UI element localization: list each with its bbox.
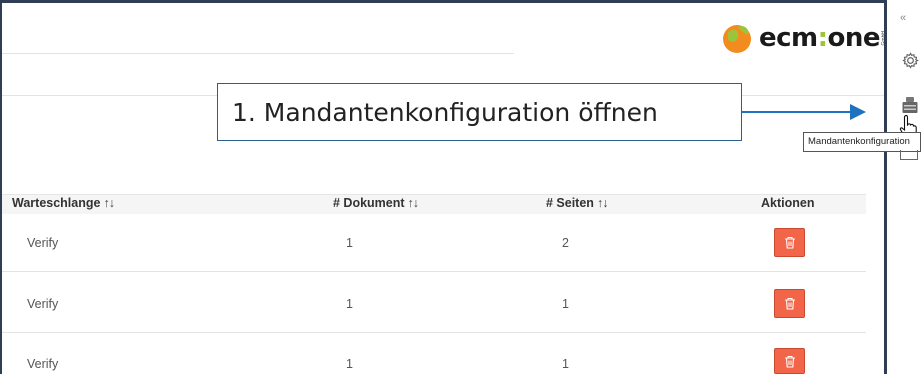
- delete-button[interactable]: [774, 348, 805, 374]
- sort-icon[interactable]: ↑↓: [103, 196, 114, 210]
- column-header-documents-label: # Dokument: [333, 196, 405, 210]
- callout-arrow-line: [742, 111, 850, 113]
- cell-pages: 1: [562, 357, 569, 371]
- callout-arrow-head: [850, 104, 866, 120]
- logo-wordmark: ecm:one: [759, 23, 881, 53]
- cell-pages: 2: [562, 236, 569, 250]
- column-header-queue-label: Warteschlange: [12, 196, 101, 210]
- window-frame-left: [0, 0, 2, 374]
- logo-separator: :: [817, 23, 828, 53]
- column-header-documents[interactable]: # Dokument ↑↓: [333, 196, 419, 210]
- column-header-pages[interactable]: # Seiten ↑↓: [546, 196, 608, 210]
- column-header-queue[interactable]: Warteschlange ↑↓: [12, 196, 115, 210]
- column-header-actions-label: Aktionen: [761, 196, 815, 210]
- sort-icon[interactable]: ↑↓: [408, 196, 419, 210]
- trash-icon: [784, 297, 795, 310]
- row-divider: [2, 271, 866, 272]
- tenant-config-icon[interactable]: [901, 96, 919, 114]
- gear-icon[interactable]: [902, 52, 919, 69]
- logo-one: one: [827, 23, 881, 53]
- column-header-actions: Aktionen: [761, 196, 814, 210]
- cell-documents: 1: [346, 357, 353, 371]
- collapse-sidebar-icon[interactable]: «: [900, 12, 906, 24]
- window-frame-top: [0, 0, 886, 3]
- cell-documents: 1: [346, 236, 353, 250]
- cell-documents: 1: [346, 297, 353, 311]
- row-divider: [2, 332, 866, 333]
- trash-icon: [784, 355, 795, 368]
- cell-queue: Verify: [27, 357, 59, 371]
- delete-button[interactable]: [774, 228, 805, 257]
- sort-icon[interactable]: ↑↓: [597, 196, 608, 210]
- header-divider: [2, 53, 514, 54]
- instruction-callout: 1. Mandantenkonfiguration öffnen: [217, 83, 742, 141]
- cell-pages: 1: [562, 297, 569, 311]
- delete-button[interactable]: [774, 289, 805, 318]
- trash-icon: [784, 236, 795, 249]
- logo-ecm: ecm: [759, 23, 818, 53]
- instruction-callout-text: 1. Mandantenkonfiguration öffnen: [232, 97, 658, 127]
- ecm-one-logo-mark: [723, 25, 751, 53]
- column-header-pages-label: # Seiten: [546, 196, 594, 210]
- tooltip: Mandantenkonfiguration: [803, 132, 921, 152]
- table-header: [2, 194, 866, 214]
- cell-queue: Verify: [27, 236, 59, 250]
- cell-queue: Verify: [27, 297, 59, 311]
- ecm-one-logo: ecm:one GmbH: [720, 20, 887, 56]
- chat-icon[interactable]: [900, 150, 918, 160]
